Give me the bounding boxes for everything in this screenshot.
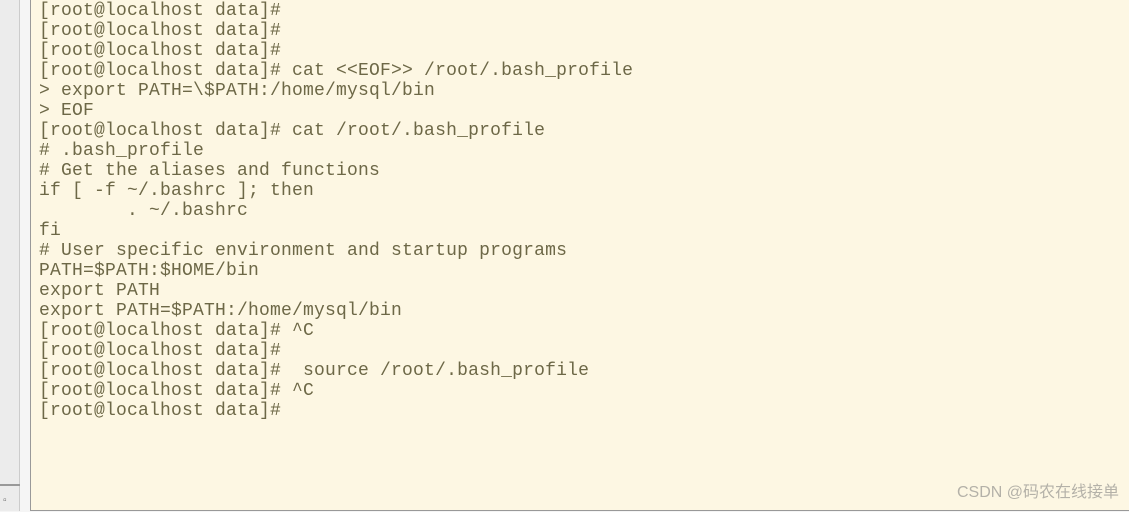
terminal-line: > EOF xyxy=(39,101,1129,121)
terminal-line: . ~/.bashrc xyxy=(39,201,1129,221)
terminal-line: export PATH=$PATH:/home/mysql/bin xyxy=(39,301,1129,321)
left-panel: ▫ xyxy=(0,0,20,511)
terminal-line: [root@localhost data]# ^C xyxy=(39,381,1129,401)
terminal-line: [root@localhost data]# ^C xyxy=(39,321,1129,341)
terminal-line: if [ -f ~/.bashrc ]; then xyxy=(39,181,1129,201)
terminal-line: # User specific environment and startup … xyxy=(39,241,1129,261)
terminal-line: [root@localhost data]# xyxy=(39,21,1129,41)
terminal-line: [root@localhost data]# cat <<EOF>> /root… xyxy=(39,61,1129,81)
terminal-line: [root@localhost data]# xyxy=(39,1,1129,21)
terminal-line: [root@localhost data]# xyxy=(39,41,1129,61)
terminal-line: fi xyxy=(39,221,1129,241)
terminal-line: [root@localhost data]# xyxy=(39,401,1129,421)
terminal-line: > export PATH=\$PATH:/home/mysql/bin xyxy=(39,81,1129,101)
terminal-window[interactable]: [root@localhost data]# [root@localhost d… xyxy=(30,0,1129,511)
terminal-line: PATH=$PATH:$HOME/bin xyxy=(39,261,1129,281)
terminal-line: [root@localhost data]# xyxy=(39,341,1129,361)
panel-icon: ▫ xyxy=(2,492,16,506)
watermark-text: CSDN @码农在线接单 xyxy=(957,483,1119,503)
terminal-line: # .bash_profile xyxy=(39,141,1129,161)
terminal-line: [root@localhost data]# source /root/.bas… xyxy=(39,361,1129,381)
terminal-line: # Get the aliases and functions xyxy=(39,161,1129,181)
panel-splitter[interactable] xyxy=(0,484,20,486)
terminal-line: [root@localhost data]# cat /root/.bash_p… xyxy=(39,121,1129,141)
terminal-line: export PATH xyxy=(39,281,1129,301)
